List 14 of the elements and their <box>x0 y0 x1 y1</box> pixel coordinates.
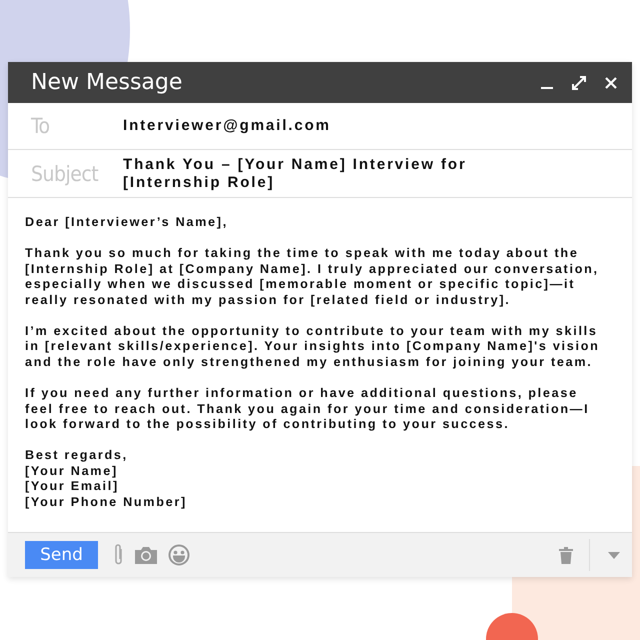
message-paragraph: Best regards, [Your Name] [Your Email] [Your Phone Number] <box>25 448 188 510</box>
dropdown-caret-icon[interactable] <box>608 552 620 559</box>
camera-icon[interactable] <box>134 545 158 566</box>
smiley-icon[interactable] <box>168 544 190 566</box>
close-icon[interactable] <box>604 76 618 90</box>
message-paragraph: If you need any further information or have additional questions, please feel free to reach out. Thank you again for your time and consideration—I look forward to the possibility of contributing to your success. <box>25 386 590 432</box>
expand-icon[interactable] <box>571 74 587 90</box>
subject-field[interactable]: Thank You – [Your Name] Interview for [Internship Role] <box>123 156 467 192</box>
message-paragraph: I’m excited about the opportunity to contribute to your team with my skills in [relevant skills/experience]. Your insights into [Company Name]'s vision and the role have only strengthened my enthusiasm for joining your team. <box>25 324 601 370</box>
trash-icon[interactable] <box>559 546 573 564</box>
recipient-field[interactable]: Interviewer@gmail.com <box>123 117 331 135</box>
window-title: New Message <box>31 70 184 95</box>
message-paragraph: Dear [Interviewer’s Name], <box>25 215 229 230</box>
message-paragraph: Thank you so much for taking the time to speak with me today about the [Internship Role] at [Company Name]. I truly appreciated our conversation, especially when we discussed [memorable moment or specific topic]—it really resonated with my passion for [related field or industry]. <box>25 246 600 308</box>
